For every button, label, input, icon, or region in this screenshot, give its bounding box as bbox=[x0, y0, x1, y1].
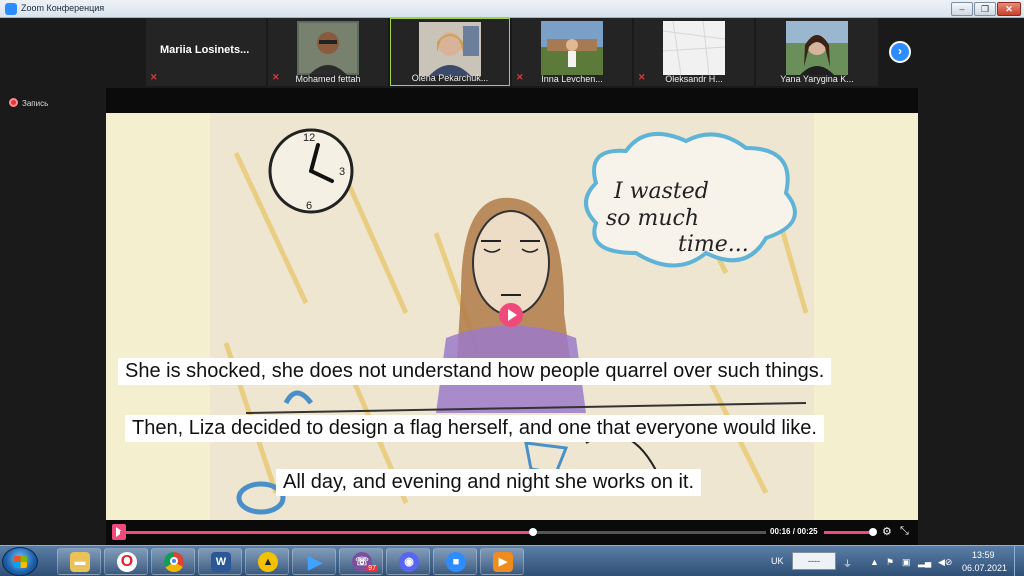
tray-input-field[interactable]: ---- bbox=[792, 552, 836, 570]
maximize-button[interactable]: ❐ bbox=[974, 2, 996, 16]
taskbar-archiver[interactable]: ▲ bbox=[245, 548, 289, 575]
progress-handle[interactable] bbox=[529, 528, 538, 536]
participant-video bbox=[297, 21, 359, 75]
participant-tile[interactable]: Mariia Losinets... ✕ bbox=[146, 18, 266, 86]
mic-muted-icon: ✕ bbox=[516, 72, 524, 82]
record-icon bbox=[9, 98, 18, 107]
participant-tile[interactable]: Inna Levchen... ✕ bbox=[512, 18, 632, 86]
participant-name: Mariia Losinets... bbox=[160, 44, 250, 56]
taskbar-word[interactable]: W bbox=[198, 548, 242, 575]
fullscreen-icon[interactable]: ⤡ bbox=[900, 525, 909, 538]
thought-bubble-drawing: I wasted so much time... bbox=[584, 132, 797, 268]
participant-avatar bbox=[786, 21, 848, 75]
settings-gear-icon[interactable]: ⚙ bbox=[882, 525, 892, 538]
clock-date[interactable]: 06.07.2021 bbox=[962, 563, 1007, 573]
participant-tile-active-speaker[interactable]: Olena Pekarchuk... bbox=[390, 18, 510, 86]
notification-badge: 97 bbox=[366, 565, 378, 572]
clock-time[interactable]: 13:59 bbox=[972, 550, 995, 560]
show-hidden-icons-icon[interactable]: ▲ bbox=[870, 557, 879, 567]
participant-name: Yana Yarygina K... bbox=[780, 74, 854, 84]
subtitle-line: All day, and evening and night she works… bbox=[276, 469, 701, 496]
device-icon[interactable]: ▣ bbox=[902, 557, 911, 568]
mic-muted-icon: ✕ bbox=[150, 72, 158, 82]
play-icon: ▶ bbox=[308, 552, 322, 572]
participant-name: Mohamed fettah bbox=[295, 74, 361, 84]
participant-video bbox=[541, 21, 603, 75]
participant-name: Inna Levchen... bbox=[541, 74, 603, 84]
progress-bar[interactable] bbox=[120, 528, 766, 536]
drawing-text: so much bbox=[606, 206, 699, 231]
folder-icon: ▬ bbox=[70, 552, 90, 572]
time-display: 00:16 / 00:25 bbox=[770, 527, 818, 536]
recording-label: Запись bbox=[22, 99, 49, 108]
participant-name: Olena Pekarchuk... bbox=[411, 73, 489, 83]
clock-number: 3 bbox=[339, 166, 345, 178]
start-button[interactable] bbox=[2, 547, 38, 576]
word-icon: W bbox=[211, 552, 231, 572]
window-title: Zoom Конференция bbox=[21, 3, 105, 13]
zoom-icon: ■ bbox=[446, 552, 466, 572]
discord-icon: ◉ bbox=[399, 552, 419, 572]
participant-gallery: Mariia Losinets... ✕ Mohamed fettah ✕ Ol… bbox=[0, 18, 1024, 88]
chrome-icon bbox=[164, 552, 184, 572]
video-frame[interactable]: 12 3 6 I wasted so much time... She is s… bbox=[106, 113, 918, 520]
subtitle-line: She is shocked, she does not understand … bbox=[118, 358, 832, 385]
language-indicator[interactable]: UK bbox=[771, 556, 784, 566]
participant-tile[interactable]: Yana Yarygina K... bbox=[756, 18, 878, 86]
network-signal-icon[interactable]: ▂▄ bbox=[918, 557, 931, 568]
taskbar-zoom[interactable]: ■ bbox=[433, 548, 477, 575]
participant-name: Oleksandr H... bbox=[665, 74, 723, 84]
drawing-text: time... bbox=[678, 232, 749, 257]
next-page-button[interactable]: › bbox=[889, 41, 911, 63]
flag-icon[interactable]: ⚑ bbox=[886, 557, 894, 568]
participant-tile[interactable]: Mohamed fettah ✕ bbox=[268, 18, 388, 86]
mic-muted-icon: ✕ bbox=[638, 72, 646, 82]
power-plug-icon[interactable]: ⏚ bbox=[843, 557, 852, 570]
taskbar-player[interactable]: ▶ bbox=[292, 548, 336, 575]
video-play-overlay-icon[interactable] bbox=[499, 303, 523, 327]
progress-fill bbox=[120, 531, 534, 534]
taskbar-media-player[interactable]: ▶ bbox=[480, 548, 524, 575]
minimize-button[interactable]: – bbox=[951, 2, 973, 16]
duration: 00:25 bbox=[797, 527, 818, 536]
video-player-controls: 00:16 / 00:25 ⚙ ⤡ bbox=[106, 520, 918, 545]
current-time: 00:16 bbox=[770, 527, 791, 536]
clock-number: 12 bbox=[303, 132, 315, 144]
clock-drawing: 12 3 6 bbox=[268, 128, 354, 214]
subtitle-line: Then, Liza decided to design a flag hers… bbox=[125, 415, 824, 442]
close-button[interactable]: ✕ bbox=[997, 2, 1021, 16]
clock-number: 6 bbox=[306, 200, 312, 212]
volume-slider[interactable] bbox=[824, 528, 877, 536]
taskbar-explorer[interactable]: ▬ bbox=[57, 548, 101, 575]
title-bar: Zoom Конференция – ❐ ✕ bbox=[0, 0, 1024, 18]
share-top-bar bbox=[106, 88, 918, 113]
taskbar-discord[interactable]: ◉ bbox=[386, 548, 430, 575]
participant-video bbox=[419, 22, 481, 76]
taskbar-viber[interactable]: ☏ 97 bbox=[339, 548, 383, 575]
shared-screen: 12 3 6 I wasted so much time... She is s… bbox=[106, 88, 918, 545]
volume-handle[interactable] bbox=[869, 528, 877, 536]
opera-icon: O bbox=[117, 552, 137, 572]
zoom-app-icon bbox=[5, 3, 17, 15]
participant-tile[interactable]: Oleksandr H... ✕ bbox=[634, 18, 754, 86]
volume-muted-icon[interactable]: ◀⊘ bbox=[938, 557, 952, 568]
participant-avatar bbox=[663, 21, 725, 75]
taskbar-opera[interactable]: O bbox=[104, 548, 148, 575]
windows-taskbar: ▬ O W ▲ ▶ ☏ 97 ◉ ■ ▶ UK ---- ⏚ ▲ ⚑ ▣ ▂▄ ◀… bbox=[0, 545, 1024, 576]
media-player-icon: ▶ bbox=[493, 552, 513, 572]
recording-indicator[interactable]: Запись bbox=[9, 98, 48, 108]
taskbar-chrome[interactable] bbox=[151, 548, 195, 575]
drawing-text: I wasted bbox=[613, 179, 709, 204]
show-desktop-button[interactable] bbox=[1014, 546, 1024, 576]
mic-muted-icon: ✕ bbox=[272, 72, 280, 82]
archiver-icon: ▲ bbox=[258, 552, 278, 572]
time-separator: / bbox=[792, 527, 795, 536]
